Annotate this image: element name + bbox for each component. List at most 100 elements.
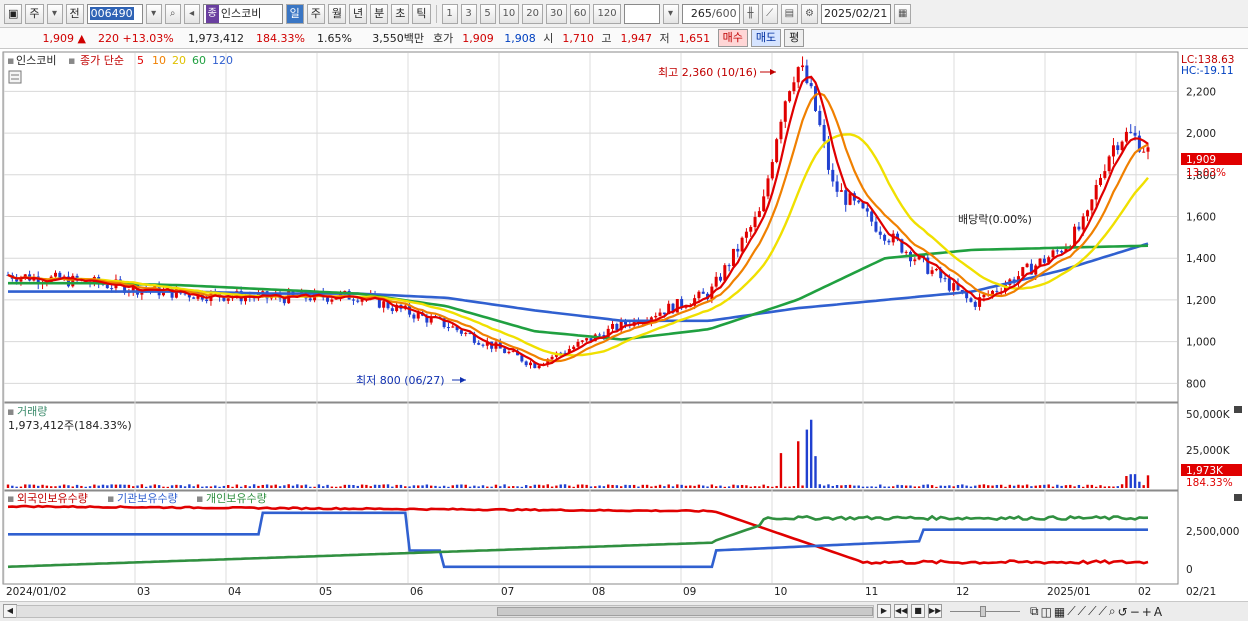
candle-body [550, 356, 554, 360]
interval-20[interactable]: 20 [522, 3, 543, 24]
period-year[interactable]: 년 [349, 3, 368, 24]
candle-body [662, 312, 666, 315]
scroll-right-icon[interactable]: ▶ [877, 604, 891, 618]
volume-bar [814, 456, 817, 488]
volume-bar [896, 484, 899, 488]
draw-icon[interactable]: ⟋ [1098, 604, 1106, 619]
chart-svg[interactable]: ▪ 인스코비 ▪ 종가 단순 5 10 20 60 120 LC:138.63 … [0, 50, 1248, 601]
volume-bar [360, 484, 364, 488]
candle-icon[interactable]: ╫ [742, 3, 759, 24]
volume-bar [1094, 486, 1098, 488]
volume-bar [175, 484, 178, 488]
market-select[interactable]: 주 [25, 3, 44, 24]
volume-bar [404, 486, 407, 488]
volume-bar [464, 484, 467, 488]
avg-button[interactable]: 평 [784, 29, 805, 47]
candle-body [330, 299, 334, 302]
zoom-chart-icon[interactable]: ⌕ [1109, 604, 1116, 619]
scroll-thumb[interactable] [497, 607, 873, 616]
volume-bar [460, 484, 463, 488]
interval-10[interactable]: 10 [498, 3, 520, 24]
save-icon[interactable]: ▤ [780, 3, 799, 24]
interval-dropdown-icon[interactable]: ▾ [662, 3, 679, 24]
pattern-icon[interactable]: ⟋ [1088, 604, 1096, 619]
buy-button[interactable]: 매수 [717, 29, 748, 47]
trend-icon[interactable]: ⟋ [1078, 604, 1086, 619]
gear-icon[interactable]: ⚙ [801, 3, 818, 24]
rewind-icon[interactable]: ◀◀ [894, 604, 908, 618]
bottom-scroll-bar: ◀ ▶ ◀◀ ■ ▶▶ ⧉ ◫ ▦ ⟋ ⟋ ⟋ ⟋ ⌕ ↺ − + A [0, 601, 1248, 621]
volume-bar [261, 484, 264, 488]
period-tick[interactable]: 틱 [412, 3, 431, 24]
volume-bar [88, 486, 92, 488]
volume-bar [481, 485, 485, 488]
volume-panel-close-icon[interactable] [1234, 406, 1242, 413]
volume-bar [455, 484, 459, 488]
candle-body [701, 291, 705, 294]
chart-type-icon[interactable]: ▣ [4, 3, 23, 24]
legend-ma10: 10 [152, 54, 166, 67]
zoom-in-icon[interactable]: + [1142, 605, 1152, 619]
period-week[interactable]: 주 [306, 3, 325, 24]
market-dropdown-icon[interactable]: ▾ [46, 3, 63, 24]
calendar-icon[interactable]: ▦ [893, 3, 912, 24]
volume-bar [339, 486, 342, 488]
line-tool-icon[interactable]: ⟋ [761, 3, 778, 24]
stock-code-input[interactable]: 006490 [86, 3, 143, 24]
volume-bar [75, 484, 79, 488]
candle-body [1077, 226, 1081, 230]
interval-120[interactable]: 120 [593, 3, 621, 24]
code-dropdown-icon[interactable]: ▾ [145, 3, 162, 24]
period-month[interactable]: 월 [327, 3, 347, 24]
grid-icon[interactable]: ▦ [1054, 605, 1065, 619]
stop-icon[interactable]: ■ [911, 604, 925, 618]
volume-bar [974, 485, 977, 488]
candle-body [537, 365, 541, 369]
interval-30[interactable]: 30 [546, 3, 567, 24]
undo-icon[interactable]: ↺ [1118, 605, 1128, 619]
holdings-panel-close-icon[interactable] [1234, 494, 1242, 501]
interval-3[interactable]: 3 [460, 3, 477, 24]
interval-60[interactable]: 60 [569, 3, 591, 24]
volume-bar [1090, 484, 1094, 488]
prev-button[interactable]: 전 [65, 3, 84, 24]
period-minute[interactable]: 분 [370, 3, 389, 24]
volume-bar [857, 485, 860, 488]
volume-bar [762, 484, 765, 488]
volume-last-label: 1,973K [1186, 465, 1224, 477]
period-second[interactable]: 초 [391, 3, 410, 24]
period-day[interactable]: 일 [285, 3, 304, 24]
split-icon[interactable]: ◫ [1041, 605, 1052, 619]
search-icon[interactable]: ⌕ [164, 3, 181, 24]
stock-name-field[interactable]: 종 인스코비 [202, 3, 283, 24]
volume-bar [809, 419, 813, 488]
interval-5[interactable]: 5 [479, 3, 496, 24]
data-count-field[interactable]: 265/600 [681, 3, 740, 24]
volume-bar [248, 486, 252, 488]
legend-stock-name: 인스코비 [16, 54, 56, 67]
volume-bar [779, 453, 783, 488]
volume-bar [831, 485, 834, 488]
volume-bar [429, 485, 433, 488]
scroll-left-icon[interactable]: ◀ [3, 604, 17, 618]
volume-bar [270, 485, 273, 488]
scroll-track[interactable] [16, 605, 874, 618]
volume-bar [572, 486, 575, 488]
volume-bar [421, 485, 424, 488]
layout-icon[interactable]: ⧉ [1030, 604, 1039, 619]
interval-1[interactable]: 1 [441, 3, 458, 24]
candle-body [308, 298, 312, 301]
compare-icon[interactable]: ⟋ [1067, 604, 1075, 619]
zoom-slider-handle[interactable] [980, 606, 986, 617]
sell-button[interactable]: 매도 [750, 29, 782, 47]
speaker-icon[interactable]: ◂ [183, 3, 200, 24]
volume-bar [512, 486, 515, 488]
zoom-out-icon[interactable]: − [1130, 605, 1140, 619]
table-toggle-icon[interactable] [8, 70, 22, 84]
fast-forward-icon[interactable]: ▶▶ [928, 604, 942, 618]
date-field[interactable]: 2025/02/21 [820, 3, 891, 24]
volume-bar [516, 486, 519, 488]
chart-area[interactable]: ▪ 인스코비 ▪ 종가 단순 5 10 20 60 120 LC:138.63 … [0, 50, 1248, 621]
custom-interval-input[interactable] [623, 3, 660, 24]
font-size-icon[interactable]: A [1154, 605, 1162, 619]
